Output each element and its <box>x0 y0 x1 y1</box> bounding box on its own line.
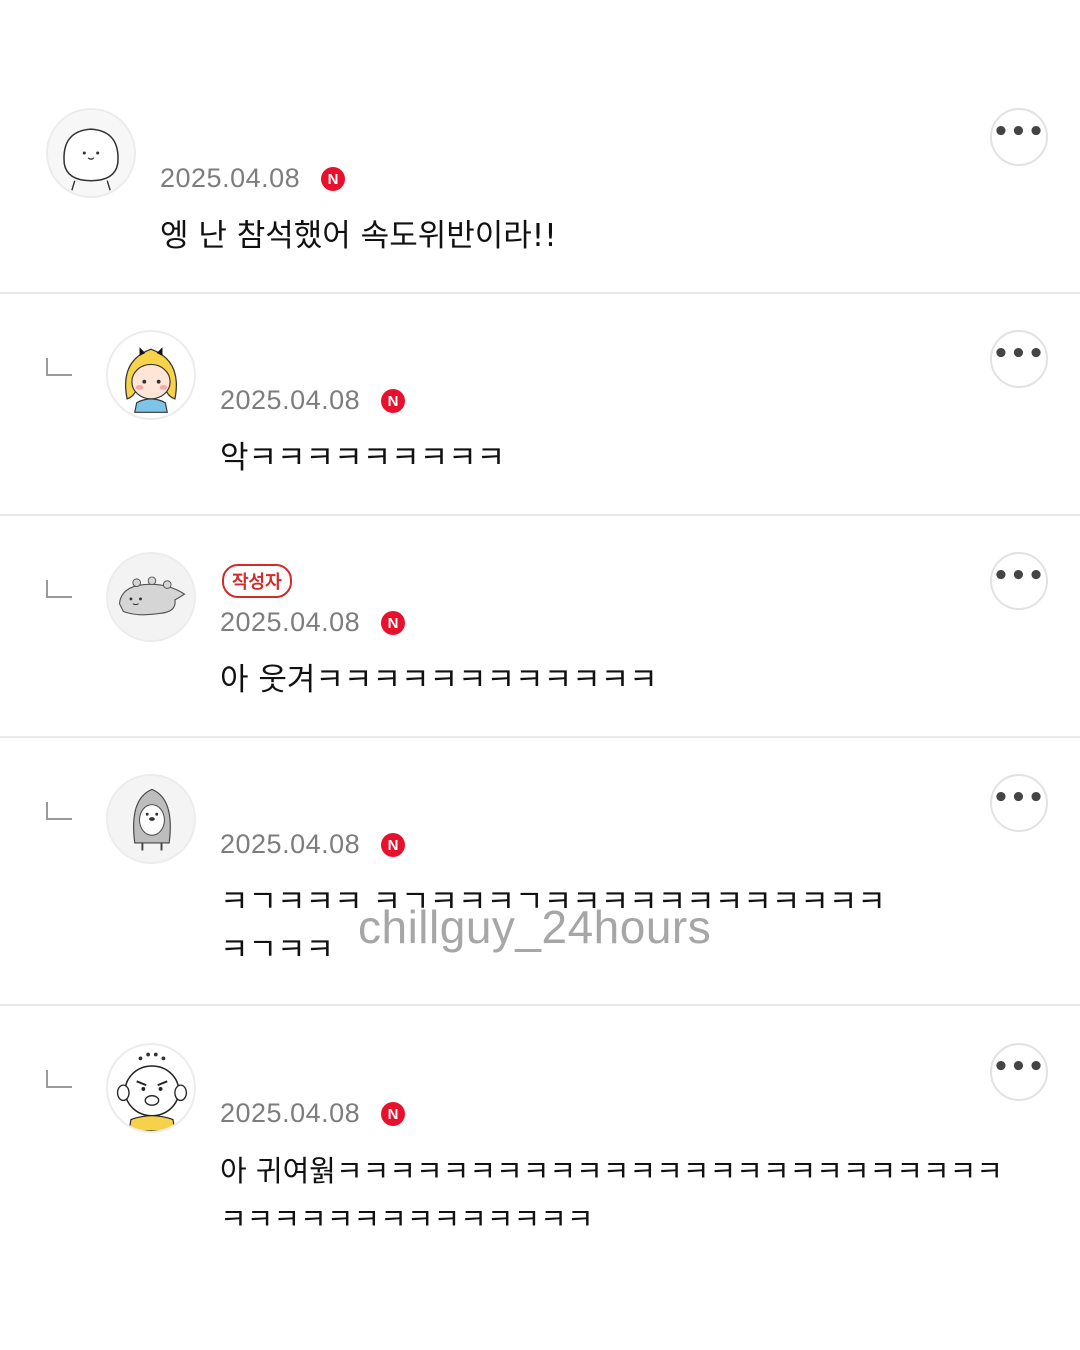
reply-arrow-icon <box>46 1070 72 1088</box>
reply-arrow-icon <box>46 802 72 820</box>
comment-text: 아 귀여웕ㅋㅋㅋㅋㅋㅋㅋㅋㅋㅋㅋㅋㅋㅋㅋㅋㅋㅋㅋㅋㅋㅋㅋㅋㅋ ㅋㅋㅋㅋㅋㅋㅋㅋㅋ… <box>220 1154 1003 1236</box>
comment-date: 2025.04.08 <box>220 385 361 415</box>
comment-divider <box>0 514 1080 516</box>
comment-divider <box>0 736 1080 738</box>
comment-date: 2025.04.08 <box>220 829 361 859</box>
new-badge: N <box>381 833 405 857</box>
new-badge: N <box>321 167 345 191</box>
comment-text: 아 웃겨ㅋㅋㅋㅋㅋㅋㅋㅋㅋㅋㅋㅋ <box>220 662 658 698</box>
more-options-button[interactable]: ••• <box>990 552 1048 610</box>
comment-date: 2025.04.08 <box>160 163 301 193</box>
white-blob-character-avatar[interactable] <box>46 108 136 198</box>
comment-divider <box>0 1004 1080 1006</box>
gray-dinosaur-character-avatar[interactable] <box>106 552 196 642</box>
watermark-text: chillguy_24hours <box>358 901 712 953</box>
blonde-girl-character-avatar[interactable] <box>106 330 196 420</box>
more-options-icon: ••• <box>992 783 1046 813</box>
new-badge: N <box>381 389 405 413</box>
penguin-character-avatar[interactable] <box>106 774 196 864</box>
author-badge: 작성자 <box>222 564 292 598</box>
reply-arrow-icon <box>46 580 72 598</box>
more-options-button[interactable]: ••• <box>990 108 1048 166</box>
more-options-button[interactable]: ••• <box>990 774 1048 832</box>
reply-arrow-icon <box>46 358 72 376</box>
comment-text: 악ㅋㅋㅋㅋㅋㅋㅋㅋㅋ <box>220 440 506 476</box>
new-badge: N <box>381 611 405 635</box>
bald-baby-character-avatar[interactable] <box>106 1043 196 1133</box>
more-options-icon: ••• <box>992 117 1046 147</box>
new-badge: N <box>381 1102 405 1126</box>
comment-date: 2025.04.08 <box>220 607 361 637</box>
comment-text: 엥 난 참석했어 속도위반이라!! <box>160 218 557 254</box>
more-options-button[interactable]: ••• <box>990 1043 1048 1101</box>
comment-date: 2025.04.08 <box>220 1098 361 1128</box>
more-options-icon: ••• <box>992 1052 1046 1082</box>
comment-divider <box>0 292 1080 294</box>
more-options-icon: ••• <box>992 561 1046 591</box>
more-options-icon: ••• <box>992 339 1046 369</box>
more-options-button[interactable]: ••• <box>990 330 1048 388</box>
